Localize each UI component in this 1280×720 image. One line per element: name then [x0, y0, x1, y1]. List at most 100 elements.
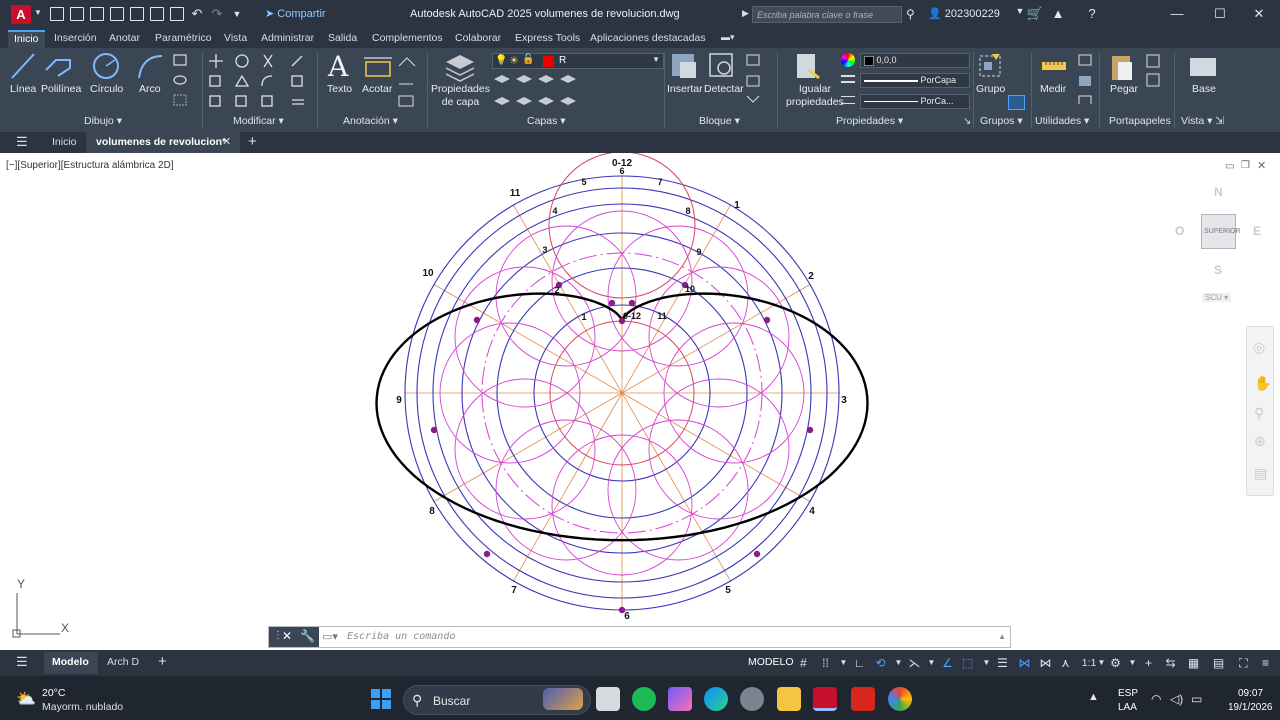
polar-dropdown-icon[interactable]: ▼ [891, 656, 906, 670]
viewport-controls-label[interactable]: [−][Superior][Estructura alámbrica 2D] [6, 160, 174, 171]
hamburger-menu-icon[interactable]: ☰ [16, 134, 28, 150]
keyword-search-input[interactable]: Escriba palabra clave o frase [752, 6, 902, 23]
model-space-toggle[interactable]: MODELO [748, 656, 794, 668]
weather-temperature[interactable]: 20°C [42, 687, 65, 699]
search-icon[interactable]: ⚲ [906, 7, 915, 21]
workspace-dropdown-icon[interactable]: ▼ [1125, 656, 1140, 670]
windows-start-icon[interactable] [371, 689, 391, 709]
command-input[interactable]: Escriba un comando [347, 631, 455, 642]
viewcube-north[interactable]: N [1214, 185, 1223, 199]
settings-icon[interactable] [740, 687, 764, 711]
isodraft-icon[interactable]: ⋋ [907, 656, 922, 670]
autodesk-app-icon[interactable]: ▲ [1048, 6, 1068, 21]
detect-block-label[interactable]: Detectar [704, 83, 744, 96]
panel-propiedades-title[interactable]: Propiedades ▾ [836, 115, 903, 127]
new-layout-icon[interactable]: + [158, 653, 167, 670]
navigation-bar[interactable]: ◎ ✋ ⚲ ⊕ ▤ [1246, 326, 1274, 496]
pan-icon[interactable]: ✋ [1254, 375, 1271, 392]
drawing-viewport[interactable]: 0-12 1 2 3 4 5 6 7 8 9 10 11 6 5 7 4 8 3 9 2 10 1 0-12 11 [−][S… [0, 153, 1280, 650]
clock-time[interactable]: 09:07 [1238, 688, 1263, 699]
annotation-small-tools[interactable] [397, 54, 417, 110]
close-icon[interactable]: ✕ [1249, 6, 1269, 22]
copilot-icon[interactable] [668, 687, 692, 711]
viewcube-west[interactable]: O [1175, 224, 1184, 238]
weather-description[interactable]: Mayorm. nublado [42, 701, 123, 713]
lineweight-dropdown[interactable]: PorCa... [860, 94, 970, 109]
weather-icon[interactable]: ⛅ [16, 689, 36, 709]
minimize-icon[interactable]: — [1167, 6, 1187, 21]
viewport-restore-icon[interactable]: ❐ [1241, 160, 1250, 171]
tab-complementos[interactable]: Complementos [372, 32, 443, 44]
circle-tool-icon[interactable] [91, 52, 121, 80]
match-properties-label[interactable]: Igualar propiedades [786, 83, 844, 109]
acrobat-icon[interactable] [851, 687, 875, 711]
dimension-tool-label[interactable]: Acotar [362, 83, 392, 96]
web-open-icon[interactable] [150, 7, 164, 21]
color-wheel-icon[interactable] [841, 53, 855, 67]
clean-screen-icon[interactable]: ⛶ [1236, 656, 1251, 670]
tab-anotar[interactable]: Anotar [109, 32, 140, 44]
modify-tools[interactable] [208, 52, 312, 112]
tab-salida[interactable]: Salida [328, 32, 357, 44]
osnap-dropdown-icon[interactable]: ▼ [979, 656, 994, 670]
layer-properties-label[interactable]: Propiedades de capa [431, 83, 490, 109]
new-tab-icon[interactable]: + [248, 133, 257, 150]
line-tool-label[interactable]: Línea [10, 83, 36, 96]
insert-block-icon[interactable] [670, 52, 698, 80]
chevron-right-icon[interactable]: ▶ [742, 8, 749, 19]
autocad-taskbar-icon[interactable] [813, 687, 837, 711]
input-layout[interactable]: LAA [1118, 702, 1137, 713]
battery-icon[interactable]: ▭ [1191, 692, 1202, 706]
object-snap-icon[interactable]: ⬚ [960, 656, 975, 670]
tray-overflow-icon[interactable]: ▲ [1088, 691, 1099, 703]
help-icon[interactable]: ? [1082, 6, 1102, 21]
layer-properties-icon[interactable] [444, 52, 476, 82]
customize-cmdline-icon[interactable]: 🔧 [300, 629, 315, 643]
group-label[interactable]: Grupo [976, 83, 1005, 96]
snap-dropdown-icon[interactable]: ▼ [836, 656, 851, 670]
block-small-tools[interactable] [746, 54, 762, 104]
polar-tracking-icon[interactable]: ⟲ [873, 656, 888, 670]
panel-modificar-title[interactable]: Modificar ▾ [233, 115, 284, 127]
paste-icon[interactable] [1110, 52, 1136, 82]
command-history-icon[interactable]: ▭▾ [322, 630, 338, 643]
user-account[interactable]: 👤 202300229 [928, 7, 1000, 20]
share-button[interactable]: ➤ Compartir [265, 7, 326, 20]
ribbon-options-icon[interactable]: ▬▾ [721, 32, 735, 43]
new-file-icon[interactable] [50, 7, 64, 21]
insert-block-label[interactable]: Insertar [667, 83, 703, 96]
panel-bloque-title[interactable]: Bloque ▾ [699, 115, 740, 127]
scale-dropdown-icon[interactable]: ▼ [1094, 656, 1109, 670]
utility-small-tools[interactable] [1078, 54, 1094, 104]
group-icon[interactable] [978, 52, 1004, 80]
web-save-icon[interactable] [130, 7, 144, 21]
linetype-dropdown[interactable]: PorCapa [860, 73, 970, 88]
paste-label[interactable]: Pegar [1110, 83, 1138, 96]
save-as-icon[interactable] [110, 7, 124, 21]
tab-drawing-active[interactable]: volumenes de revolucion* ✕ [86, 132, 240, 153]
measure-label[interactable]: Medir [1040, 83, 1066, 96]
viewcube-top-face[interactable]: SUPERIOR [1201, 214, 1241, 249]
redo-icon[interactable]: ↷ [210, 7, 224, 21]
annotation-scale-icon[interactable]: ⋏ [1058, 656, 1073, 670]
polyline-tool-label[interactable]: Polilínea [41, 83, 81, 96]
measure-icon[interactable] [1040, 56, 1068, 76]
detect-block-icon[interactable] [708, 52, 736, 80]
viewcube-south[interactable]: S [1214, 263, 1222, 277]
file-explorer-icon[interactable] [777, 687, 801, 711]
layer-dropdown[interactable]: 💡 ☀ 🔓 R ▼ [492, 53, 664, 69]
clipboard-small-tools[interactable] [1146, 54, 1170, 90]
match-properties-icon[interactable] [795, 52, 823, 82]
clock-date[interactable]: 19/1/2026 [1228, 702, 1273, 713]
tab-administrar[interactable]: Administrar [261, 32, 314, 44]
text-tool-icon[interactable]: A [328, 50, 348, 83]
maximize-icon[interactable]: ☐ [1210, 6, 1230, 22]
status-customize-icon[interactable]: ≡ [1258, 656, 1273, 670]
command-line[interactable]: ⋮ ✕ 🔧 ▭▾ Escriba un comando ▲ [268, 626, 1011, 648]
tab-vista[interactable]: Vista [224, 32, 247, 44]
panel-capas-title[interactable]: Capas ▾ [527, 115, 566, 127]
tab-express-tools[interactable]: Express Tools [515, 32, 580, 44]
quick-properties-icon[interactable]: ▦ [1186, 656, 1201, 670]
isodraft-dropdown-icon[interactable]: ▼ [924, 656, 939, 670]
customize-qat-icon[interactable]: ▼ [230, 7, 244, 21]
